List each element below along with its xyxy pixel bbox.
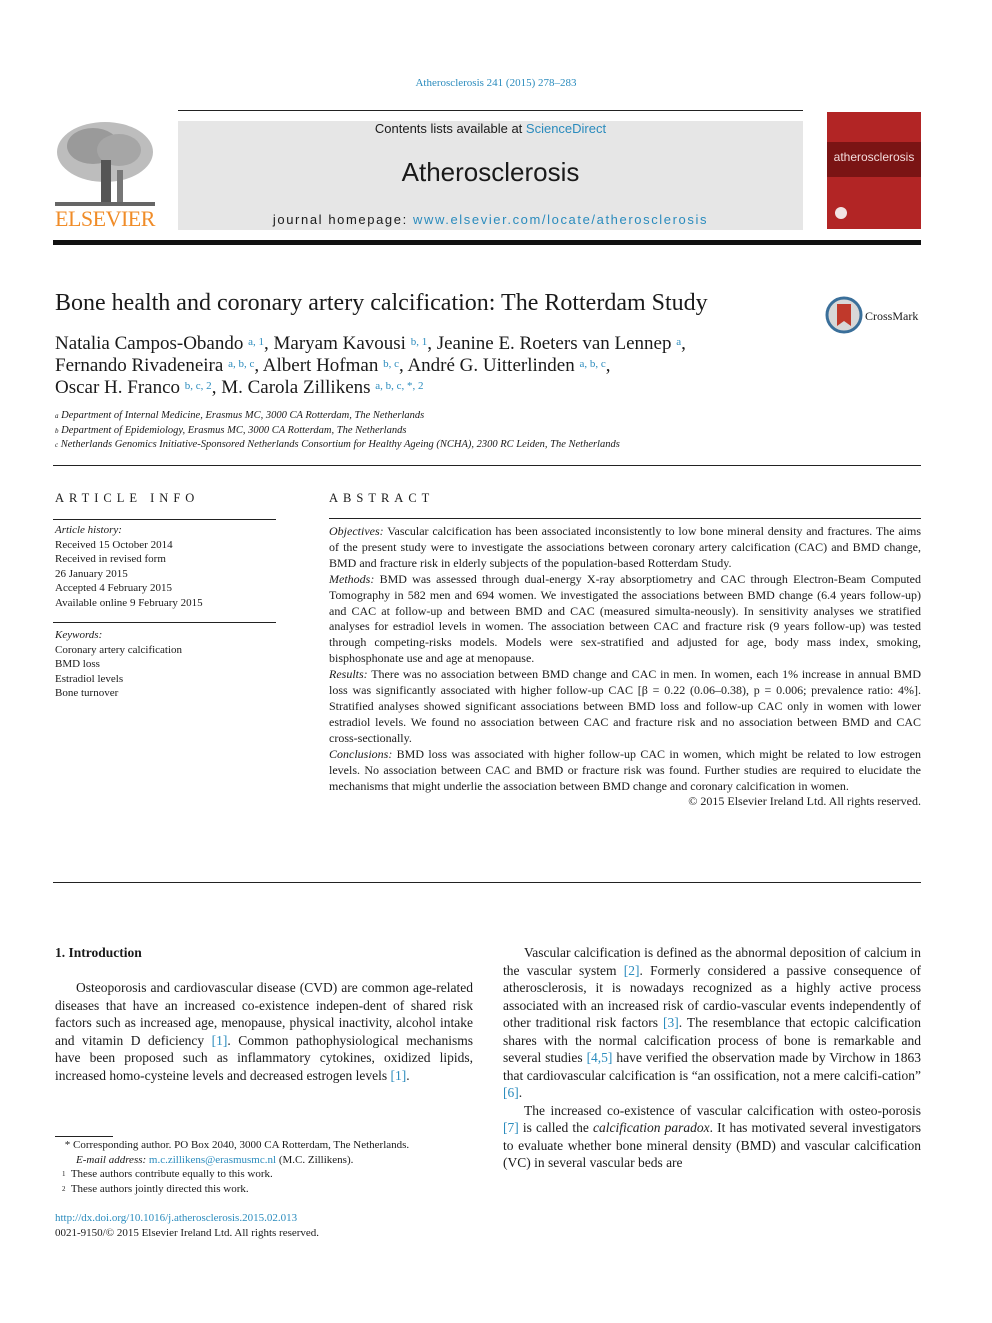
abstract-methods: Methods: BMD was assessed through dual-e… [329,571,921,666]
keyword: Estradiol levels [55,672,124,685]
author-name[interactable]: Natalia Campos-Obando [55,333,248,354]
elsevier-logo: ELSEVIER [53,120,157,232]
affiliations: a Department of Internal Medicine, Erasm… [55,409,620,453]
footnote-2: 2 These authors jointly directed this wo… [62,1182,249,1195]
author-affiliation-marks[interactable]: a, b, c [579,358,605,370]
keyword: BMD loss [55,658,100,670]
history-item: Accepted 4 February 2015 [55,582,172,594]
footnote-corresponding: * Corresponding author. PO Box 2040, 300… [62,1139,410,1151]
author-affiliation-marks[interactable]: b, 1 [411,336,428,348]
contents-line: Contents lists available at ScienceDirec… [374,121,607,136]
author-affiliation-marks[interactable]: a, b, c, *, 2 [375,380,423,392]
author-name[interactable]: André G. Uitterlinden [407,355,579,376]
article-history: Article history: Received 15 October 201… [55,524,203,609]
author-affiliation-marks[interactable]: a, 1 [248,336,264,348]
journal-title: Atherosclerosis [401,157,580,187]
divider [53,465,921,466]
citation-link[interactable]: [3] [663,1015,679,1030]
footnote-1: 1 These authors contribute equally to th… [62,1168,273,1180]
footnotes: * Corresponding author. PO Box 2040, 300… [62,1138,409,1196]
doi-block: http://dx.doi.org/10.1016/j.atherosclero… [55,1211,319,1241]
paragraph: Vascular calcification is defined as the… [503,945,922,1100]
history-item: Received in revised form [55,553,166,565]
citation-link[interactable]: [6] [503,1085,519,1100]
crossmark-icon [825,296,863,334]
author-affiliation-marks[interactable]: b, c, 2 [185,380,212,392]
article-info-heading: ARTICLE INFO [55,491,200,505]
paragraph: Osteoporosis and cardiovascular disease … [55,980,473,1083]
abstract-results: Results: There was no association betwee… [329,667,921,745]
citation-link[interactable]: [7] [503,1120,519,1135]
divider [53,882,921,883]
author-list: Natalia Campos-Obando a, 1, Maryam Kavou… [55,333,686,398]
author-name[interactable]: Fernando Rivadeneira [55,355,228,376]
author-name[interactable]: Jeanine E. Roeters van Lennep [437,333,677,354]
cover-emblem-icon [835,207,847,219]
homepage-line: journal homepage: www.elsevier.com/locat… [272,212,709,227]
journal-cover[interactable]: atherosclerosis [827,112,921,229]
history-item: 26 January 2015 [55,567,128,580]
divider [178,110,803,111]
elsevier-tree-icon [55,122,155,206]
paragraph: The increased co-existence of vascular c… [503,1102,921,1171]
homepage-link[interactable]: www.elsevier.com/locate/atherosclerosis [413,212,708,227]
divider [53,519,276,520]
author-name[interactable]: Oscar H. Franco [55,377,185,398]
affiliation-item: c Netherlands Genomics Initiative-Sponso… [55,439,620,450]
keyword: Coronary artery calcification [55,643,183,656]
citation-link[interactable]: [1] [212,1033,228,1048]
keywords: Keywords: Coronary artery calcification … [55,629,183,699]
keyword: Bone turnover [55,687,119,699]
abstract-heading: ABSTRACT [329,491,435,505]
issn-line: 0021-9150/© 2015 Elsevier Ireland Ltd. A… [55,1227,320,1239]
affiliation-item: b Department of Epidemiology, Erasmus MC… [55,424,407,436]
author-affiliation-marks[interactable]: a, b, c [228,358,254,370]
author-affiliation-marks[interactable]: a [676,336,681,348]
history-item: Available online 9 February 2015 [55,596,203,609]
author-affiliation-marks[interactable]: b, c [383,358,399,370]
citation-link[interactable]: [2] [624,963,640,978]
article-title: Bone health and coronary artery calcific… [55,290,708,316]
citation-link[interactable]: [1] [390,1068,406,1083]
abstract-conclusions: Conclusions: BMD loss was associated wit… [329,746,921,793]
author-name[interactable]: M. Carola Zillikens [221,377,375,398]
publisher-logo-text: ELSEVIER [55,206,155,231]
doi-link[interactable]: http://dx.doi.org/10.1016/j.atherosclero… [55,1211,319,1226]
citation-link[interactable]: [4,5] [587,1050,613,1065]
cover-title: atherosclerosis [833,150,915,164]
author-name[interactable]: Albert Hofman [263,355,383,376]
body-column-right: Vascular calcification is defined as the… [503,944,921,1172]
abstract-objectives: Objectives: Vascular calcification has b… [329,524,921,570]
section-heading: 1. Introduction [55,945,142,960]
divider [53,622,276,623]
abstract-body: Objectives: Vascular calcification has b… [329,524,921,810]
abstract-copyright: © 2015 Elsevier Ireland Ltd. All rights … [688,794,921,809]
email-link[interactable]: m.c.zillikens@erasmusmc.nl [149,1154,276,1166]
body-column-left: Osteoporosis and cardiovascular disease … [55,979,473,1084]
footnote-email: E-mail address: m.c.zillikens@erasmusmc.… [76,1153,354,1166]
affiliation-item: a Department of Internal Medicine, Erasm… [55,410,425,421]
divider [53,240,921,245]
journal-header: Contents lists available at ScienceDirec… [178,121,803,230]
crossmark-button[interactable]: CrossMark [825,296,925,336]
footnote-divider [55,1136,113,1137]
author-name[interactable]: Maryam Kavousi [274,333,411,354]
journal-citation-link[interactable]: Atherosclerosis 241 (2015) 278–283 [0,77,992,89]
divider [329,518,921,519]
history-item: Received 15 October 2014 [55,538,173,551]
sciencedirect-link[interactable]: ScienceDirect [526,121,606,136]
